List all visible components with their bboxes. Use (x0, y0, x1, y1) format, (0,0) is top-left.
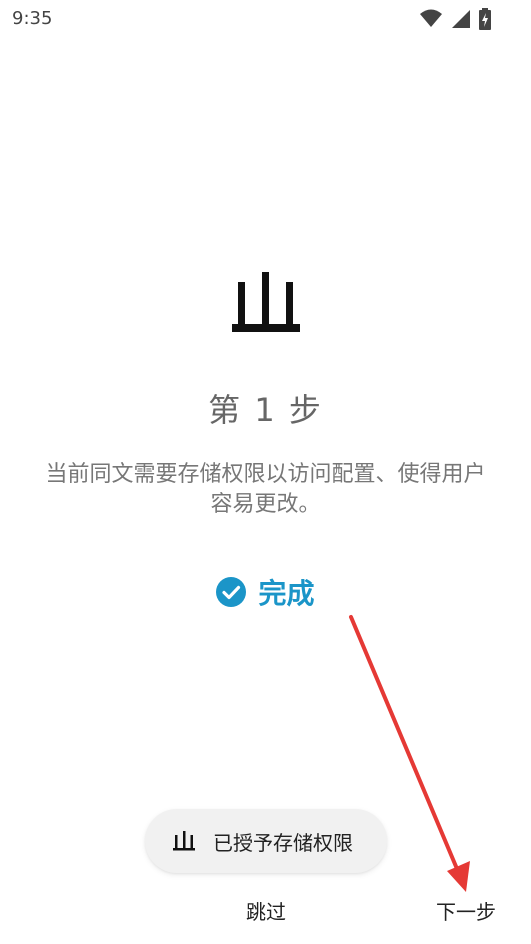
onboarding-main: 第 1 步 当前同文需要存储权限以访问配置、使得用户容易更改。 完成 (0, 0, 531, 944)
completion-status: 完成 (0, 572, 531, 612)
step-description: 当前同文需要存储权限以访问配置、使得用户容易更改。 (45, 462, 486, 517)
next-step-button[interactable]: 下一步 (428, 893, 504, 927)
check-circle-icon (216, 577, 247, 607)
completion-status-text: 完成 (258, 577, 315, 610)
step-title: 第 1 步 (208, 391, 323, 429)
storage-icon (232, 272, 300, 332)
storage-permission-chip[interactable]: 已授予存储权限 (145, 809, 387, 873)
storage-icon (173, 831, 195, 851)
skip-button[interactable]: 跳过 (238, 893, 294, 927)
storage-permission-label: 已授予存储权限 (213, 830, 353, 855)
